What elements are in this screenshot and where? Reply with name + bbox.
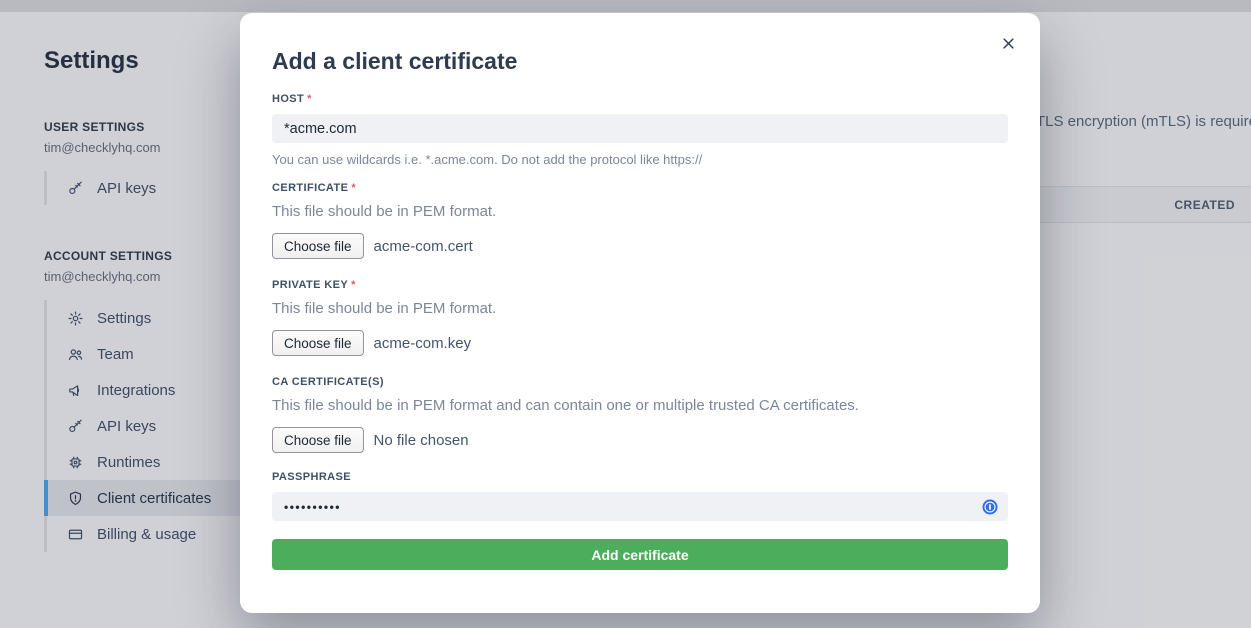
modal-title: Add a client certificate [272, 47, 1008, 75]
private-key-filename: acme-com.key [374, 335, 472, 352]
required-asterisk: * [351, 182, 356, 194]
close-button[interactable] [998, 35, 1018, 55]
host-label: HOST* [272, 93, 1008, 106]
onepassword-icon [981, 498, 999, 516]
add-client-certificate-modal: Add a client certificate HOST* You can u… [240, 13, 1040, 613]
certificate-label: CERTIFICATE* [272, 182, 1008, 195]
ca-certificate-choose-file-button[interactable]: Choose file [272, 427, 364, 453]
ca-certificate-filename: No file chosen [374, 432, 469, 449]
ca-certificate-file-row: Choose file No file chosen [272, 427, 1008, 453]
certificate-choose-file-button[interactable]: Choose file [272, 233, 364, 259]
screen: Settings USER SETTINGS tim@checklyhq.com… [0, 0, 1251, 628]
private-key-help-text: This file should be in PEM format. [272, 300, 1008, 318]
add-certificate-button[interactable]: Add certificate [272, 539, 1008, 570]
onepassword-extension-button[interactable] [981, 498, 999, 516]
private-key-file-row: Choose file acme-com.key [272, 330, 1008, 356]
private-key-label: PRIVATE KEY* [272, 279, 1008, 292]
required-asterisk: * [307, 93, 312, 105]
private-key-choose-file-button[interactable]: Choose file [272, 330, 364, 356]
required-asterisk: * [351, 279, 356, 291]
certificate-file-row: Choose file acme-com.cert [272, 233, 1008, 259]
ca-certificate-help-text: This file should be in PEM format and ca… [272, 397, 1008, 415]
close-icon [1001, 36, 1016, 51]
passphrase-input[interactable] [272, 492, 1008, 521]
host-help-text: You can use wildcards i.e. *.acme.com. D… [272, 152, 1008, 168]
host-input[interactable] [272, 114, 1008, 143]
passphrase-label: PASSPHRASE [272, 471, 1008, 484]
certificate-filename: acme-com.cert [374, 238, 473, 255]
passphrase-field [272, 492, 1008, 521]
ca-certificate-label: CA CERTIFICATE(S) [272, 376, 1008, 389]
certificate-help-text: This file should be in PEM format. [272, 203, 1008, 221]
